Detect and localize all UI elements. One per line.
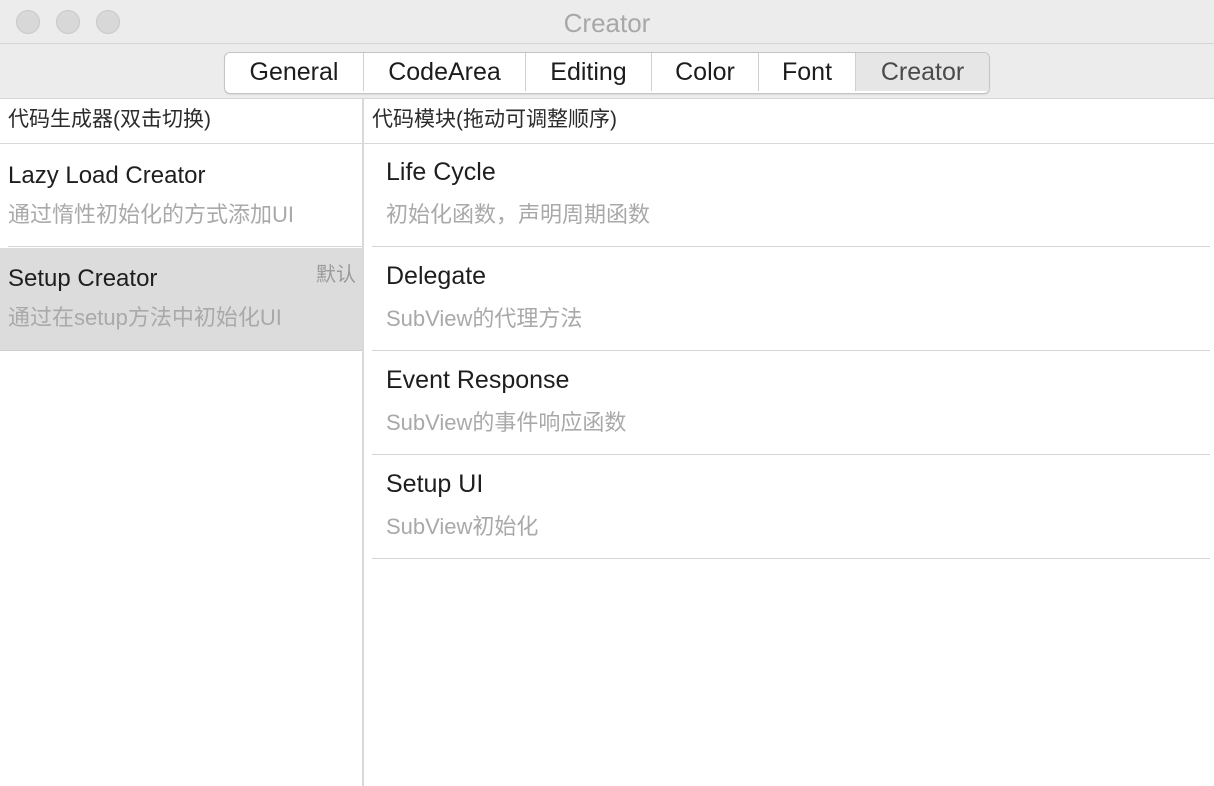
module-title: Life Cycle [386,158,496,186]
title-bar: Creator [0,0,1214,44]
tab-general[interactable]: General [225,53,364,91]
creator-item-title: Setup Creator [8,265,158,292]
divider [8,246,362,247]
creator-list-header: 代码生成器(双击切换) [8,108,211,131]
tab-codearea[interactable]: CodeArea [364,53,526,91]
creator-item-title: Lazy Load Creator [8,162,206,189]
tab-editing[interactable]: Editing [526,53,652,91]
preferences-toolbar: General CodeArea Editing Color Font Crea… [0,44,1214,99]
module-description: SubView初始化 [386,514,539,539]
module-item-life-cycle[interactable]: Life Cycle 初始化函数，声明周期函数 [372,143,1210,247]
creator-item-description: 通过在setup方法中初始化UI [8,305,282,330]
divider [0,350,362,351]
module-item-event-response[interactable]: Event Response SubView的事件响应函数 [372,351,1210,455]
module-item-delegate[interactable]: Delegate SubView的代理方法 [372,247,1210,351]
default-badge: 默认 [316,264,356,286]
module-title: Event Response [386,366,570,394]
module-description: SubView的事件响应函数 [386,410,627,435]
module-item-setup-ui[interactable]: Setup UI SubView初始化 [372,455,1210,559]
creator-item-lazy-load[interactable]: Lazy Load Creator 通过惰性初始化的方式添加UI [0,145,362,247]
tab-creator[interactable]: Creator [856,53,989,91]
code-module-header: 代码模块(拖动可调整顺序) [372,108,617,131]
tab-font[interactable]: Font [759,53,856,91]
code-module-panel: 代码模块(拖动可调整顺序) Life Cycle 初始化函数，声明周期函数 De… [364,99,1214,786]
module-description: 初始化函数，声明周期函数 [386,202,651,227]
tab-color[interactable]: Color [652,53,759,91]
tab-bar: General CodeArea Editing Color Font Crea… [224,52,990,94]
creator-item-description: 通过惰性初始化的方式添加UI [8,202,295,227]
creator-list-panel: 代码生成器(双击切换) Lazy Load Creator 通过惰性初始化的方式… [0,99,362,786]
divider [0,143,362,144]
preferences-window: Creator General CodeArea Editing Color F… [0,0,1214,786]
module-title: Setup UI [386,470,484,498]
module-title: Delegate [386,262,487,290]
window-title: Creator [563,8,651,38]
module-description: SubView的代理方法 [386,306,583,331]
creator-item-setup[interactable]: Setup Creator 默认 通过在setup方法中初始化UI [0,248,362,350]
